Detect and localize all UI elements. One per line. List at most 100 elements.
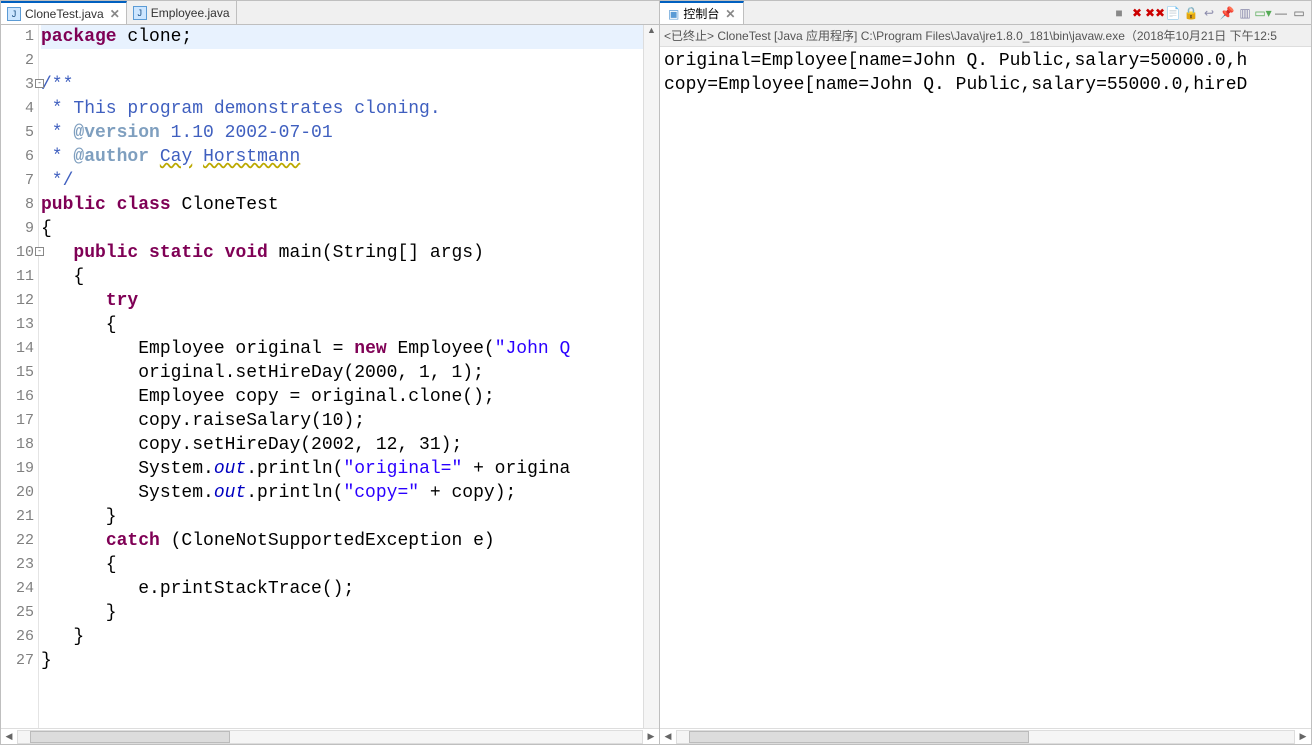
code-line[interactable]: * @version 1.10 2002-07-01 xyxy=(41,121,643,145)
clear-console-button[interactable]: 📄 xyxy=(1165,5,1181,21)
line-number: 4 xyxy=(1,97,34,121)
code-line[interactable]: { xyxy=(41,217,643,241)
code-line[interactable]: { xyxy=(41,313,643,337)
scroll-track[interactable] xyxy=(17,730,643,744)
code-line[interactable]: { xyxy=(41,553,643,577)
line-number: 25 xyxy=(1,601,34,625)
line-number: 15 xyxy=(1,361,34,385)
remove-launch-button[interactable]: ✖ xyxy=(1129,5,1145,21)
code-line[interactable]: { xyxy=(41,265,643,289)
code-line[interactable]: /** xyxy=(41,73,643,97)
line-number: 20 xyxy=(1,481,34,505)
code-line[interactable]: try xyxy=(41,289,643,313)
code-line[interactable]: * This program demonstrates cloning. xyxy=(41,97,643,121)
line-number: 23 xyxy=(1,553,34,577)
code-line[interactable]: package clone; xyxy=(41,25,643,49)
line-number: 5 xyxy=(1,121,34,145)
line-number: 21 xyxy=(1,505,34,529)
line-number: 27 xyxy=(1,649,34,673)
line-number: 11 xyxy=(1,265,34,289)
word-wrap-button[interactable]: ↩ xyxy=(1201,5,1217,21)
java-file-icon: J xyxy=(7,7,21,21)
code-line[interactable]: copy.raiseSalary(10); xyxy=(41,409,643,433)
line-number: 8 xyxy=(1,193,34,217)
horizontal-scrollbar[interactable]: ◀ ▶ xyxy=(1,728,659,744)
console-output[interactable]: original=Employee[name=John Q. Public,sa… xyxy=(660,47,1311,728)
line-number: 26 xyxy=(1,625,34,649)
tab-label: CloneTest.java xyxy=(25,7,104,21)
close-icon[interactable]: ✕ xyxy=(110,7,120,21)
line-number: 2 xyxy=(1,49,34,73)
code-line[interactable]: catch (CloneNotSupportedException e) xyxy=(41,529,643,553)
code-line[interactable]: System.out.println("original=" + origina xyxy=(41,457,643,481)
code-line[interactable] xyxy=(41,49,643,73)
code-line[interactable]: System.out.println("copy=" + copy); xyxy=(41,481,643,505)
line-number: 7 xyxy=(1,169,34,193)
scroll-right-icon[interactable]: ▶ xyxy=(643,731,659,742)
editor-pane: J CloneTest.java ✕ J Employee.java 123-4… xyxy=(0,0,660,745)
scroll-track[interactable] xyxy=(676,730,1295,744)
editor-tab-clonetest[interactable]: J CloneTest.java ✕ xyxy=(1,1,127,24)
fold-toggle-icon[interactable]: - xyxy=(35,247,44,256)
scroll-lock-button[interactable]: 🔒 xyxy=(1183,5,1199,21)
terminated-info: <已终止> CloneTest [Java 应用程序] C:\Program F… xyxy=(660,25,1311,47)
maximize-button[interactable]: ▭ xyxy=(1291,5,1307,21)
scroll-thumb[interactable] xyxy=(30,731,230,743)
code-line[interactable]: } xyxy=(41,505,643,529)
editor-tab-bar: J CloneTest.java ✕ J Employee.java xyxy=(1,1,659,25)
scroll-up-icon[interactable]: ▲ xyxy=(644,25,659,41)
line-number-gutter: 123-45678910-111213141516171819202122232… xyxy=(1,25,39,728)
scroll-right-icon[interactable]: ▶ xyxy=(1295,731,1311,742)
code-line[interactable]: } xyxy=(41,625,643,649)
console-horizontal-scrollbar[interactable]: ◀ ▶ xyxy=(660,728,1311,744)
code-line[interactable]: Employee copy = original.clone(); xyxy=(41,385,643,409)
line-number: 19 xyxy=(1,457,34,481)
code-line[interactable]: */ xyxy=(41,169,643,193)
vertical-scrollbar[interactable]: ▲ xyxy=(643,25,659,728)
code-line[interactable]: Employee original = new Employee("John Q xyxy=(41,337,643,361)
line-number: 22 xyxy=(1,529,34,553)
editor-body[interactable]: 123-45678910-111213141516171819202122232… xyxy=(1,25,659,728)
open-console-button[interactable]: ▭▾ xyxy=(1255,5,1271,21)
scroll-left-icon[interactable]: ◀ xyxy=(660,731,676,742)
console-tab-label: 控制台 xyxy=(683,5,719,22)
line-number: 12 xyxy=(1,289,34,313)
code-line[interactable]: e.printStackTrace(); xyxy=(41,577,643,601)
line-number: 1 xyxy=(1,25,34,49)
line-number: 13 xyxy=(1,313,34,337)
console-tools: ■ ✖ ✖✖ 📄 🔒 ↩ 📌 ▥ ▭▾ — ▭ xyxy=(1111,5,1311,21)
code-line[interactable]: copy.setHireDay(2002, 12, 31); xyxy=(41,433,643,457)
console-pane: ▣ 控制台 ✕ ■ ✖ ✖✖ 📄 🔒 ↩ 📌 ▥ ▭▾ — ▭ <已终止> Cl… xyxy=(660,0,1312,745)
fold-toggle-icon[interactable]: - xyxy=(35,79,44,88)
code-line[interactable]: public class CloneTest xyxy=(41,193,643,217)
minimize-button[interactable]: — xyxy=(1273,5,1289,21)
line-number: 18 xyxy=(1,433,34,457)
line-number: 10- xyxy=(1,241,34,265)
line-number: 14 xyxy=(1,337,34,361)
line-number: 17 xyxy=(1,409,34,433)
tab-label: Employee.java xyxy=(151,6,230,20)
code-line[interactable]: } xyxy=(41,649,643,673)
close-icon[interactable]: ✕ xyxy=(725,7,735,21)
line-number: 16 xyxy=(1,385,34,409)
code-line[interactable]: } xyxy=(41,601,643,625)
console-icon: ▣ xyxy=(668,7,679,21)
code-line[interactable]: original.setHireDay(2000, 1, 1); xyxy=(41,361,643,385)
java-file-icon: J xyxy=(133,6,147,20)
line-number: 9 xyxy=(1,217,34,241)
line-number: 24 xyxy=(1,577,34,601)
scroll-thumb[interactable] xyxy=(689,731,1028,743)
console-toolbar: ▣ 控制台 ✕ ■ ✖ ✖✖ 📄 🔒 ↩ 📌 ▥ ▭▾ — ▭ xyxy=(660,1,1311,25)
code-line[interactable]: public static void main(String[] args) xyxy=(41,241,643,265)
code-line[interactable]: * @author Cay Horstmann xyxy=(41,145,643,169)
code-area[interactable]: package clone; /** * This program demons… xyxy=(39,25,643,728)
line-number: 3- xyxy=(1,73,34,97)
scroll-left-icon[interactable]: ◀ xyxy=(1,731,17,742)
remove-all-launches-button[interactable]: ✖✖ xyxy=(1147,5,1163,21)
terminate-button[interactable]: ■ xyxy=(1111,5,1127,21)
editor-tab-employee[interactable]: J Employee.java xyxy=(127,1,237,24)
pin-console-button[interactable]: 📌 xyxy=(1219,5,1235,21)
line-number: 6 xyxy=(1,145,34,169)
console-tab[interactable]: ▣ 控制台 ✕ xyxy=(660,1,744,24)
display-selected-button[interactable]: ▥ xyxy=(1237,5,1253,21)
